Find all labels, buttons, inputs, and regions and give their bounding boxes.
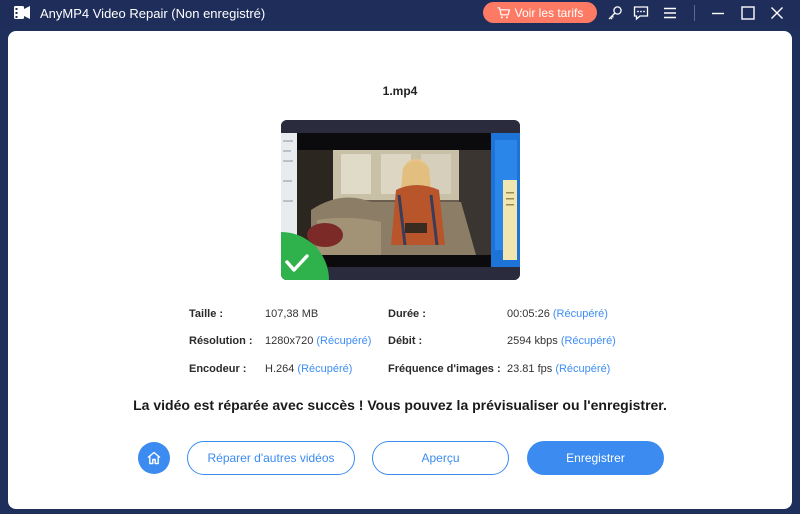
resolution-value: 1280x720 (Récupéré) (265, 335, 371, 347)
pricing-label: Voir les tarifs (514, 5, 584, 20)
cart-icon (497, 6, 510, 18)
bitrate-status: (Récupéré) (560, 335, 616, 347)
size-label: Taille : (189, 308, 224, 320)
size-value: 107,38 MB (265, 308, 319, 320)
home-icon (147, 451, 161, 465)
encoder-value: H.264 (Récupéré) (265, 363, 352, 375)
resolution-value-text: 1280x720 (265, 335, 314, 347)
duration-value: 00:05:26 (Récupéré) (507, 308, 608, 320)
home-button[interactable] (138, 442, 170, 474)
app-logo-icon (14, 6, 30, 19)
success-message: La vidéo est réparée avec succès ! Vous … (133, 397, 667, 413)
framerate-value-text: 23.81 fps (507, 363, 553, 375)
video-thumbnail (281, 120, 520, 280)
pricing-button[interactable]: Voir les tarifs (483, 2, 597, 23)
maximize-icon[interactable] (739, 4, 757, 22)
duration-status: (Récupéré) (552, 308, 608, 320)
bitrate-value-text: 2594 kbps (507, 335, 558, 347)
repair-other-videos-button[interactable]: Réparer d'autres vidéos (187, 441, 355, 475)
titlebar-divider (694, 5, 695, 21)
close-icon[interactable] (768, 4, 786, 22)
chat-icon[interactable] (632, 4, 650, 22)
duration-value-text: 00:05:26 (507, 308, 550, 320)
main-panel: 1.mp4 Taille: 107,38 MB Résolution: 12… (8, 31, 792, 509)
bitrate-label: Débit : (388, 335, 423, 347)
key-icon[interactable] (606, 4, 624, 22)
minimize-icon[interactable] (709, 4, 727, 22)
video-filename: 1.mp4 (382, 84, 418, 98)
menu-icon[interactable] (661, 4, 679, 22)
framerate-value: 23.81 fps (Récupéré) (507, 363, 610, 375)
resolution-label: Résolution : (189, 335, 253, 347)
preview-button[interactable]: Aperçu (372, 441, 509, 475)
framerate-label: Fréquence d'images : (388, 363, 501, 375)
save-button[interactable]: Enregistrer (527, 441, 664, 475)
checkmark-icon (281, 232, 329, 280)
title-bar: AnyMP4 Video Repair (Non enregistré) Voi… (0, 0, 800, 27)
duration-label: Durée : (388, 308, 426, 320)
encoder-status: (Récupéré) (297, 363, 353, 375)
encoder-label: Encodeur : (189, 363, 247, 375)
encoder-value-text: H.264 (265, 363, 295, 375)
bitrate-value: 2594 kbps (Récupéré) (507, 335, 616, 347)
resolution-status: (Récupéré) (316, 335, 372, 347)
framerate-status: (Récupéré) (555, 363, 611, 375)
window-title: AnyMP4 Video Repair (Non enregistré) (40, 6, 266, 21)
